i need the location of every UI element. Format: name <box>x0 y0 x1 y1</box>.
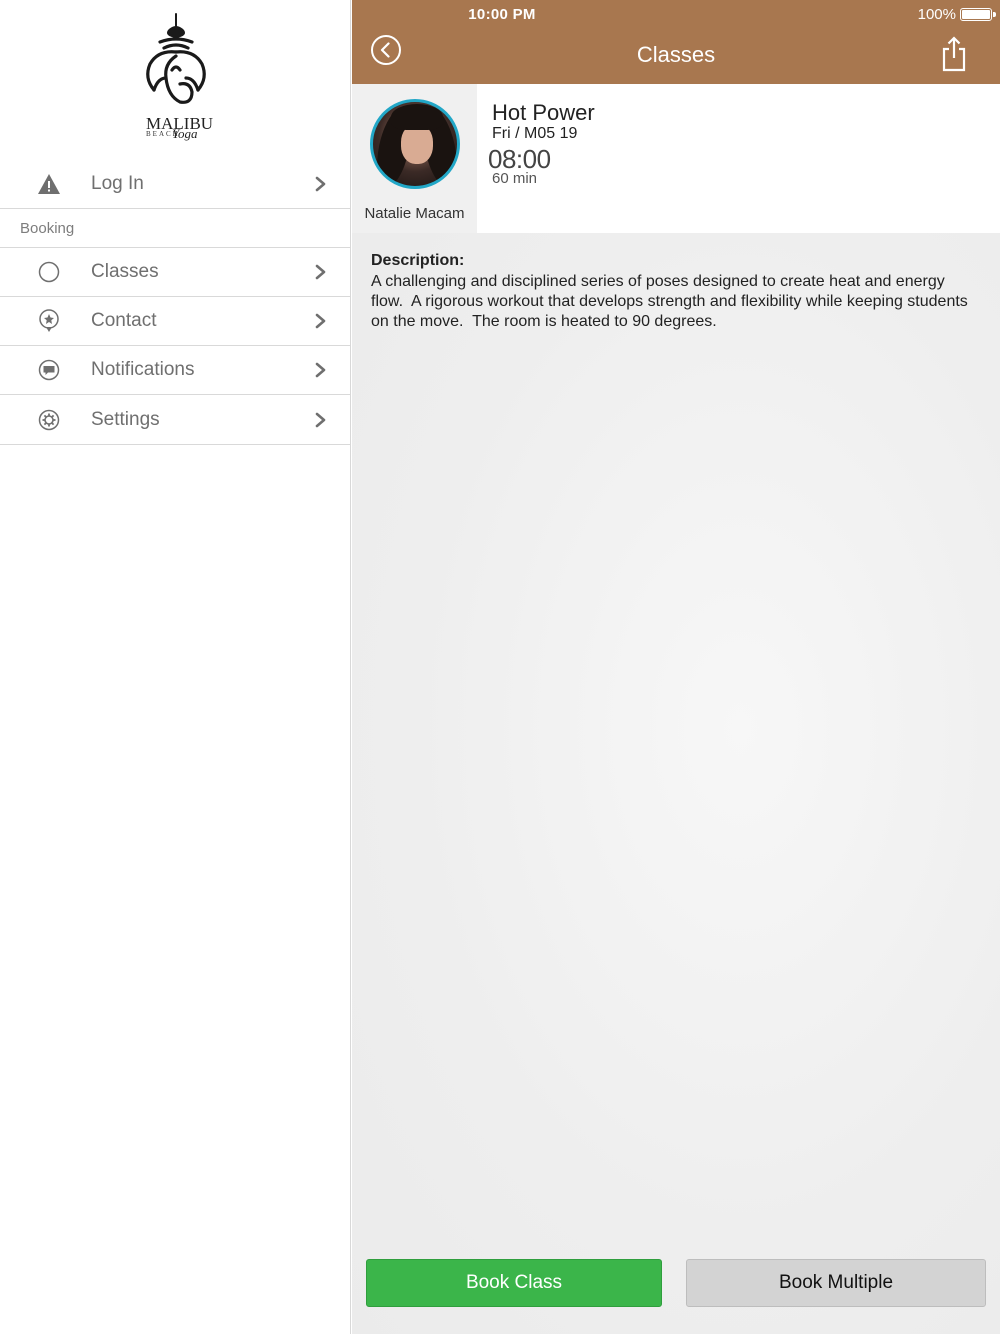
sidebar-item-label: Notifications <box>91 359 195 380</box>
class-header-card: Natalie Macam Hot Power Fri / M05 19 08:… <box>352 84 1000 233</box>
instructor-panel[interactable]: Natalie Macam <box>352 84 477 233</box>
sidebar-item-classes[interactable]: Classes <box>0 248 350 297</box>
chat-bubble-icon <box>37 358 61 382</box>
class-detail-panel: 10:00 PM 100% Classes Natalie Macam Hot … <box>352 0 1000 1334</box>
class-name: Hot Power <box>492 100 595 125</box>
sidebar-item-label: Settings <box>91 409 160 430</box>
description-heading: Description: <box>371 252 465 269</box>
section-label-booking: Booking <box>20 220 75 237</box>
book-class-button[interactable]: Book Class <box>366 1259 662 1307</box>
class-date: Fri / M05 19 <box>492 125 578 142</box>
page-title: Classes <box>636 42 716 67</box>
sidebar-item-settings[interactable]: Settings <box>0 396 350 445</box>
sidebar-item-label: Log In <box>91 173 144 194</box>
gear-icon <box>37 408 61 432</box>
share-icon[interactable] <box>940 36 968 72</box>
chevron-right-icon <box>315 412 326 428</box>
class-duration: 60 min <box>492 170 538 187</box>
sidebar-item-contact[interactable]: Contact <box>0 297 350 346</box>
sidebar-item-notifications[interactable]: Notifications <box>0 346 350 395</box>
logo-script: Yoga <box>172 126 198 141</box>
battery-icon <box>960 8 996 21</box>
book-multiple-button[interactable]: Book Multiple <box>686 1259 986 1307</box>
chevron-right-icon <box>315 313 326 329</box>
chevron-right-icon <box>315 362 326 378</box>
chevron-right-icon <box>315 176 326 192</box>
description-text: A challenging and disciplined series of … <box>371 273 973 330</box>
content-background <box>352 233 1000 1334</box>
circle-icon <box>37 260 61 284</box>
instructor-avatar <box>370 99 460 189</box>
chevron-right-icon <box>315 264 326 280</box>
sidebar: MALIBU BEACH Yoga Log In Booking Classes… <box>0 0 351 1334</box>
navigation-bar: 10:00 PM 100% Classes <box>352 0 1000 84</box>
location-pin-icon <box>37 309 61 333</box>
instructor-name: Natalie Macam <box>364 205 465 222</box>
sidebar-item-label: Contact <box>91 310 157 331</box>
status-time: 10:00 PM <box>468 6 536 23</box>
warning-icon <box>37 172 61 196</box>
sidebar-item-login[interactable]: Log In <box>0 160 350 209</box>
battery-percentage: 100% <box>917 6 956 23</box>
sidebar-item-label: Classes <box>91 261 159 282</box>
